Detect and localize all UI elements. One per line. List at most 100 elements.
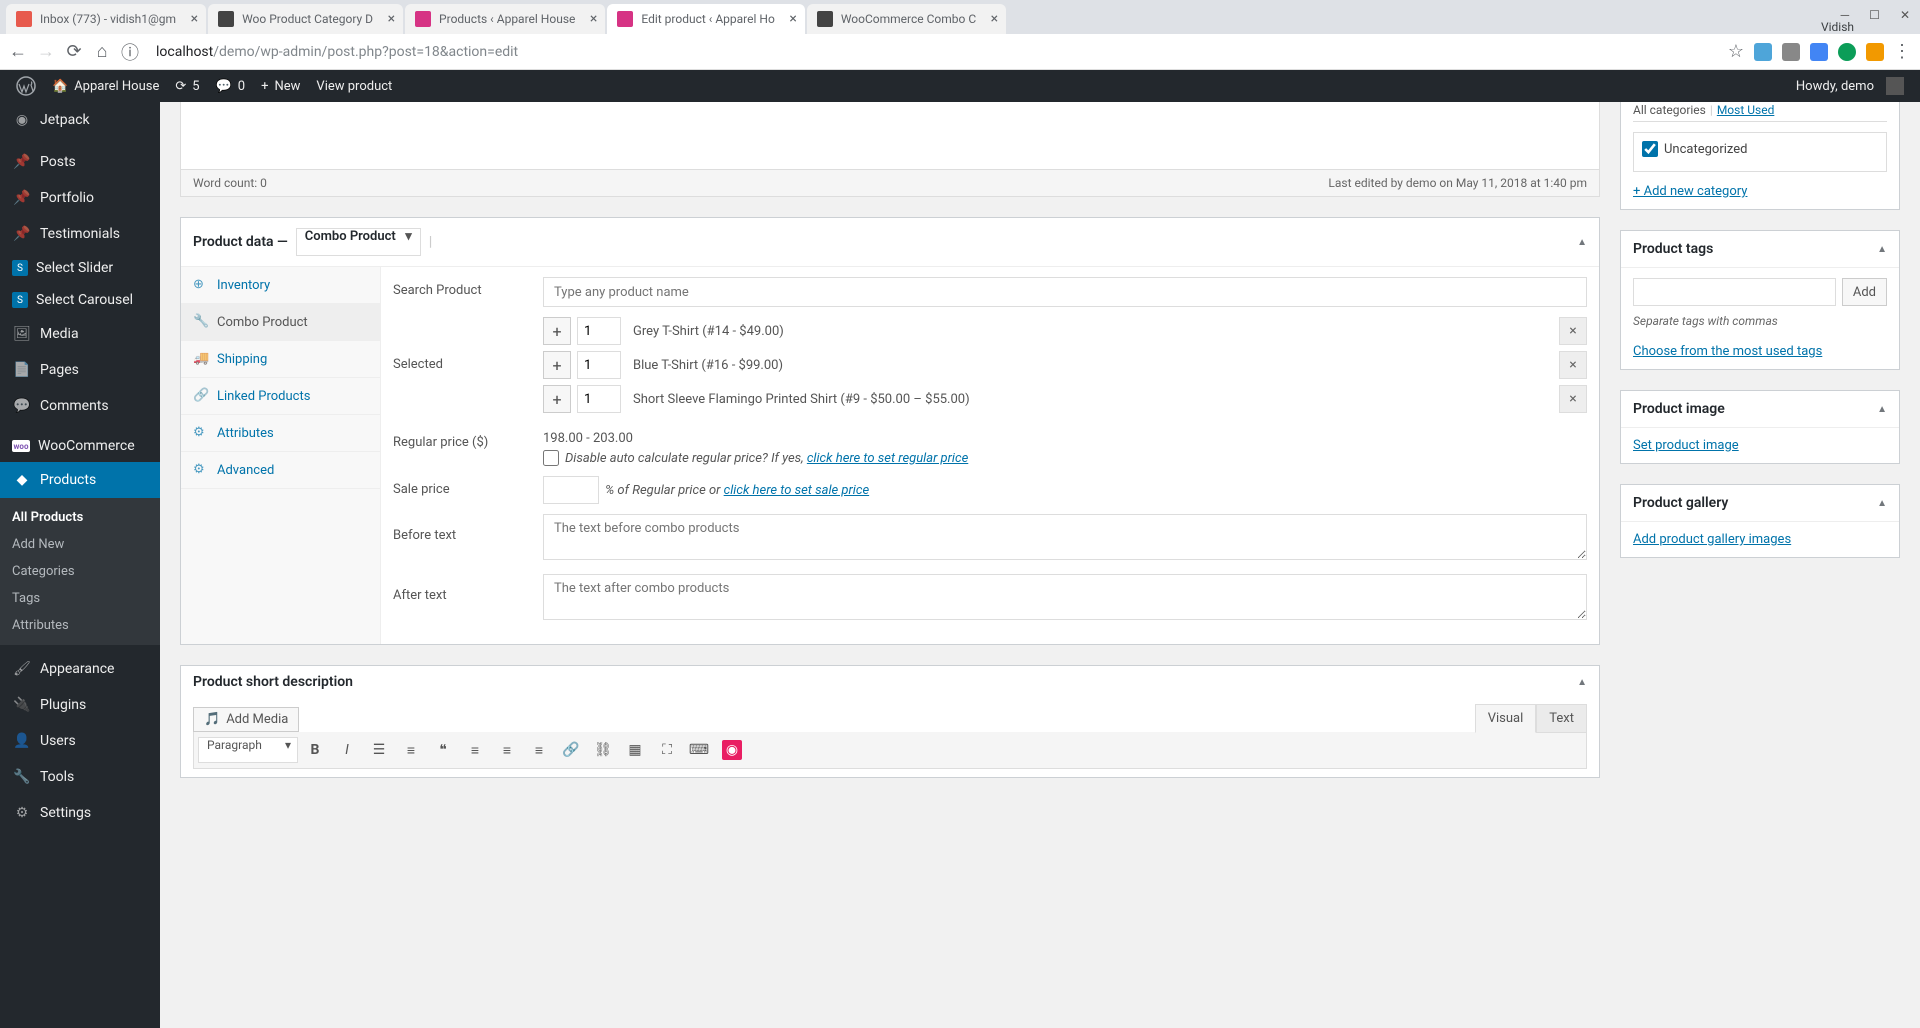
window-maximize-icon[interactable]: ☐ [1869, 8, 1880, 22]
set-product-image-link[interactable]: Set product image [1633, 438, 1739, 453]
sidebar-item-plugins[interactable]: 🔌Plugins [0, 687, 160, 723]
extension-icon[interactable] [1754, 43, 1772, 61]
all-categories-tab[interactable]: All categories [1633, 103, 1706, 117]
sidebar-item-comments[interactable]: 💬Comments [0, 388, 160, 424]
extension-icon[interactable] [1810, 43, 1828, 61]
link-button[interactable]: 🔗 [556, 736, 586, 764]
collapse-icon[interactable]: ▲ [1877, 404, 1887, 415]
sale-percent-input[interactable] [543, 476, 599, 504]
add-tag-button[interactable]: Add [1842, 278, 1887, 306]
new-link[interactable]: +New [253, 70, 308, 102]
url-input[interactable]: localhost/demo/wp-admin/post.php?post=18… [148, 44, 1718, 60]
submenu-categories[interactable]: Categories [0, 558, 160, 585]
set-regular-price-link[interactable]: click here to set regular price [807, 451, 968, 466]
submenu-tags[interactable]: Tags [0, 585, 160, 612]
search-product-input[interactable] [543, 277, 1587, 307]
after-text-input[interactable] [543, 574, 1587, 620]
align-left-button[interactable]: ≡ [460, 736, 490, 764]
tab-shipping[interactable]: 🚚Shipping [181, 341, 380, 378]
align-center-button[interactable]: ≡ [492, 736, 522, 764]
sidebar-item-portfolio[interactable]: 📌Portfolio [0, 180, 160, 216]
quote-button[interactable]: ❝ [428, 736, 458, 764]
sidebar-item-select-carousel[interactable]: SSelect Carousel [0, 284, 160, 316]
tab-inventory[interactable]: ⊕Inventory [181, 267, 380, 304]
add-media-button[interactable]: 🎵Add Media [193, 707, 299, 732]
content-editor[interactable]: Word count: 0 Last edited by demo on May… [180, 102, 1600, 197]
close-icon[interactable]: × [191, 11, 198, 27]
align-right-button[interactable]: ≡ [524, 736, 554, 764]
tab-combo-product[interactable]: 🔧Combo Product [181, 304, 380, 341]
sidebar-item-pages[interactable]: 📄Pages [0, 352, 160, 388]
visual-tab[interactable]: Visual [1475, 704, 1537, 733]
home-icon[interactable]: ⌂ [92, 42, 112, 62]
browser-tab[interactable]: WooCommerce Combo C× [807, 4, 1006, 34]
collapse-icon[interactable]: ▲ [1577, 677, 1587, 688]
bullet-list-button[interactable]: ☰ [364, 736, 394, 764]
increment-button[interactable]: + [543, 351, 571, 379]
close-icon[interactable]: × [991, 11, 998, 27]
choose-tags-link[interactable]: Choose from the most used tags [1633, 344, 1822, 359]
increment-button[interactable]: + [543, 317, 571, 345]
back-icon[interactable]: ← [8, 42, 28, 62]
collapse-icon[interactable]: ▲ [1877, 244, 1887, 255]
info-icon[interactable]: ⓘ [120, 42, 140, 62]
wp-logo-icon[interactable] [8, 70, 44, 102]
before-text-input[interactable] [543, 514, 1587, 560]
tab-advanced[interactable]: ⚙Advanced [181, 452, 380, 489]
quantity-input[interactable] [577, 317, 621, 345]
updates-link[interactable]: ⟳5 [167, 70, 207, 102]
browser-tab[interactable]: Products ‹ Apparel House× [405, 4, 605, 34]
menu-icon[interactable]: ⋮ [1892, 42, 1912, 62]
browser-tab[interactable]: Woo Product Category D× [208, 4, 403, 34]
sidebar-item-settings[interactable]: ⚙Settings [0, 795, 160, 831]
sidebar-item-woocommerce[interactable]: wooWooCommerce [0, 430, 160, 462]
record-icon[interactable]: ◉ [722, 740, 742, 760]
extension-icon[interactable] [1782, 43, 1800, 61]
number-list-button[interactable]: ≡ [396, 736, 426, 764]
text-tab[interactable]: Text [1536, 704, 1587, 733]
category-uncategorized[interactable]: Uncategorized [1642, 141, 1878, 157]
howdy-link[interactable]: Howdy, demo [1788, 70, 1912, 102]
tab-attributes[interactable]: ⚙Attributes [181, 415, 380, 452]
toolbar-toggle-button[interactable]: ⌨ [684, 736, 714, 764]
submenu-all-products[interactable]: All Products [0, 504, 160, 531]
comments-link[interactable]: 💬0 [208, 70, 254, 102]
fullscreen-button[interactable]: ⛶ [652, 736, 682, 764]
reload-icon[interactable]: ⟳ [64, 42, 84, 62]
close-icon[interactable]: × [789, 11, 796, 27]
unlink-button[interactable]: ⛓ [588, 736, 618, 764]
submenu-attributes[interactable]: Attributes [0, 612, 160, 639]
close-icon[interactable]: × [388, 11, 395, 27]
bold-button[interactable]: B [300, 736, 330, 764]
italic-button[interactable]: I [332, 736, 362, 764]
site-name-link[interactable]: 🏠Apparel House [44, 70, 167, 102]
star-icon[interactable]: ☆ [1726, 42, 1746, 62]
extension-icon[interactable] [1838, 43, 1856, 61]
sidebar-item-select-slider[interactable]: SSelect Slider [0, 252, 160, 284]
add-gallery-images-link[interactable]: Add product gallery images [1633, 532, 1791, 547]
set-sale-price-link[interactable]: click here to set sale price [724, 483, 870, 498]
close-icon[interactable]: × [590, 11, 597, 27]
collapse-icon[interactable]: ▲ [1577, 237, 1587, 248]
sidebar-item-tools[interactable]: 🔧Tools [0, 759, 160, 795]
format-select[interactable]: Paragraph▾ [198, 737, 298, 763]
browser-profile[interactable]: Vidish [1821, 20, 1914, 34]
product-type-select[interactable]: Combo Product [296, 228, 421, 256]
remove-button[interactable]: × [1559, 317, 1587, 345]
tab-linked-products[interactable]: 🔗Linked Products [181, 378, 380, 415]
most-used-tab[interactable]: Most Used [1717, 103, 1775, 117]
sidebar-item-users[interactable]: 👤Users [0, 723, 160, 759]
sidebar-item-products[interactable]: ◆Products [0, 462, 160, 498]
add-new-category-link[interactable]: + Add new category [1633, 184, 1747, 199]
more-button[interactable]: ▦ [620, 736, 650, 764]
collapse-icon[interactable]: ▲ [1877, 498, 1887, 509]
quantity-input[interactable] [577, 385, 621, 413]
increment-button[interactable]: + [543, 385, 571, 413]
sidebar-item-media[interactable]: 🖼Media [0, 316, 160, 352]
disable-auto-checkbox[interactable] [543, 450, 559, 466]
sidebar-item-testimonials[interactable]: 📌Testimonials [0, 216, 160, 252]
remove-button[interactable]: × [1559, 351, 1587, 379]
sidebar-item-jetpack[interactable]: ◉Jetpack [0, 102, 160, 138]
sidebar-item-posts[interactable]: 📌Posts [0, 144, 160, 180]
extension-icon[interactable] [1866, 43, 1884, 61]
